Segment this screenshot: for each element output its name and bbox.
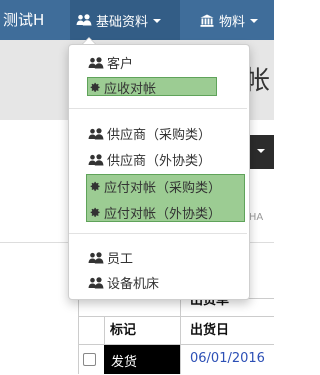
caret-down-icon — [153, 19, 162, 23]
menu-item-label: 供应商（采购类） — [107, 128, 212, 143]
menu-item-label: 客户 — [107, 57, 134, 72]
column-header-ship-date[interactable]: 出货日 — [190, 317, 229, 345]
menu-item-supplier-purchase[interactable]: 供应商（采购类） — [88, 124, 211, 143]
table-group-header: 出货单 — [190, 298, 230, 308]
ship-date-link[interactable]: 06/01/2016 — [190, 351, 265, 366]
menu-item-label: 应付对帐（外协类） — [104, 207, 222, 222]
top-navbar: 测试H 基础资料 物料 — [0, 0, 274, 40]
users-icon — [88, 251, 104, 264]
mark-value: 发货 — [111, 355, 138, 370]
users-icon — [88, 276, 104, 289]
menu-item-label: 应付对帐（采购类） — [104, 181, 222, 196]
caret-down-icon — [250, 19, 259, 23]
menu-item-label: 供应商（外协类） — [107, 154, 212, 169]
dropdown-arrow-fill — [83, 38, 95, 44]
bank-icon — [200, 14, 214, 27]
users-icon — [88, 56, 104, 69]
menu-item-payable-reconciliation-purchase[interactable]: 应付对帐（采购类） — [88, 177, 221, 196]
menu-item-receivable-reconciliation[interactable]: 应收对帐 — [88, 78, 156, 97]
gear-icon — [88, 180, 101, 193]
mark-cell: 发货 — [104, 345, 180, 374]
users-icon — [88, 153, 104, 166]
users-icon — [88, 127, 104, 140]
menu-item-payable-reconciliation-outsourcing[interactable]: 应付对帐（外协类） — [88, 203, 221, 222]
menu-item-customer[interactable]: 客户 — [88, 53, 133, 72]
nav-material-label: 物料 — [219, 14, 246, 30]
caret-down-icon — [257, 149, 265, 153]
gear-icon — [88, 206, 101, 219]
menu-item-label: 设备机床 — [107, 277, 160, 292]
users-icon — [76, 14, 92, 26]
brand-title[interactable]: 测试H — [3, 9, 44, 30]
menu-item-equipment[interactable]: 设备机床 — [88, 273, 159, 292]
menu-divider — [69, 108, 247, 109]
nav-material-menu[interactable]: 物料 — [200, 0, 274, 40]
menu-divider — [69, 233, 247, 234]
column-header-mark[interactable]: 标记 — [110, 317, 136, 345]
table-header-row: 标记 出货日 — [78, 316, 274, 345]
menu-item-supplier-outsourcing[interactable]: 供应商（外协类） — [88, 150, 211, 169]
nav-basic-data-menu[interactable]: 基础资料 — [70, 0, 180, 40]
menu-item-employee[interactable]: 员工 — [88, 248, 133, 267]
gear-icon — [88, 81, 101, 94]
menu-item-label: 员工 — [107, 252, 134, 267]
nav-basic-data-label: 基础资料 — [96, 14, 149, 30]
row-checkbox[interactable] — [83, 353, 96, 366]
menu-item-label: 应收对帐 — [104, 82, 157, 97]
